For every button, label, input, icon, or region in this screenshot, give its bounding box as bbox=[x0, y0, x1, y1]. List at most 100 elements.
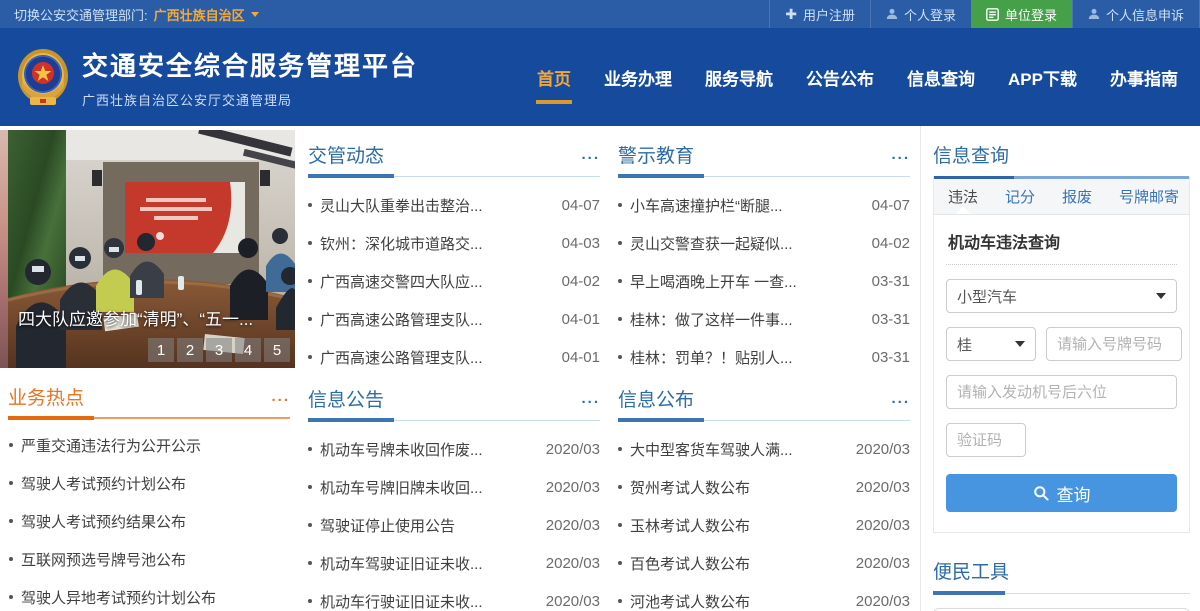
pager-button-2[interactable]: 2 bbox=[177, 338, 203, 362]
bullet-icon bbox=[618, 485, 622, 489]
list-item[interactable]: 河池考试人数公布2020/03 bbox=[618, 582, 910, 611]
section-title: 信息公布 bbox=[618, 385, 694, 412]
unit-login-button[interactable]: 单位登录 bbox=[971, 0, 1072, 28]
hot-topics-section: 业务热点 ... 严重交通违法行为公开公示 驾驶人考试预约计划公布 驾驶人考试预… bbox=[8, 384, 290, 611]
query-submit-button[interactable]: 查询 bbox=[946, 474, 1177, 512]
list-item[interactable]: 灵山大队重拳出击整治...04-07 bbox=[308, 186, 600, 224]
tab-plate-mail[interactable]: 号牌邮寄 bbox=[1119, 186, 1179, 207]
list-item[interactable]: 驾驶人考试预约结果公布 bbox=[9, 502, 290, 540]
more-button[interactable]: ... bbox=[271, 388, 290, 405]
list-item[interactable]: 机动车号牌旧牌未收回...2020/03 bbox=[308, 468, 600, 506]
list-item[interactable]: 灵山交警查获一起疑似...04-02 bbox=[618, 224, 910, 262]
bullet-icon bbox=[308, 279, 312, 283]
list-item[interactable]: 机动车行驶证旧证未收... 2020/03 bbox=[308, 582, 600, 611]
pager-button-3[interactable]: 3 bbox=[206, 338, 232, 362]
bullet-icon bbox=[618, 241, 622, 245]
list-item[interactable]: 小车高速撞护栏“断腿...04-07 bbox=[618, 186, 910, 224]
pager-button-5[interactable]: 5 bbox=[264, 338, 290, 362]
list-item[interactable]: 玉林考试人数公布2020/03 bbox=[618, 506, 910, 544]
tab-violation[interactable]: 违法 bbox=[948, 186, 978, 207]
bullet-icon bbox=[308, 317, 312, 321]
tab-points[interactable]: 记分 bbox=[1005, 186, 1035, 207]
plate-number-input[interactable] bbox=[1046, 327, 1182, 361]
more-button[interactable]: ... bbox=[581, 390, 600, 407]
list-item[interactable]: 大中型客货车驾驶人满...2020/03 bbox=[618, 430, 910, 468]
list-item[interactable]: 机动车号牌未收回作废...2020/03 bbox=[308, 430, 600, 468]
right-column: 信息查询 违法 记分 报废 号牌邮寄 机动车违法查询 小型汽车 bbox=[920, 126, 1200, 611]
list-item[interactable]: 桂林：罚单？！贴别人...03-31 bbox=[618, 338, 910, 376]
item-date: 04-03 bbox=[562, 235, 600, 252]
hot-topics-list: 严重交通违法行为公开公示 驾驶人考试预约计划公布 驾驶人考试预约结果公布 互联网… bbox=[9, 426, 290, 611]
list-item[interactable]: 驾驶人异地考试预约计划公布 bbox=[9, 578, 290, 611]
bullet-icon bbox=[9, 481, 13, 485]
tab-scrap[interactable]: 报废 bbox=[1062, 186, 1092, 207]
news-carousel[interactable]: 四大队应邀参加“清明”、“五一... 1 2 3 4 5 bbox=[8, 130, 295, 368]
item-text: 早上喝酒晚上开车 一查... bbox=[630, 271, 864, 292]
list-item[interactable]: 广西高速交警四大队应...04-02 bbox=[308, 262, 600, 300]
item-date: 04-02 bbox=[562, 273, 600, 290]
unit-login-label: 单位登录 bbox=[1005, 5, 1057, 24]
query-panel-title: 信息查询 bbox=[933, 141, 1009, 168]
nav-item-app-download[interactable]: APP下载 bbox=[1008, 53, 1077, 102]
bullet-icon bbox=[308, 561, 312, 565]
engine-number-input[interactable] bbox=[946, 375, 1177, 409]
nav-item-handbook[interactable]: 办事指南 bbox=[1110, 53, 1178, 102]
department-switcher[interactable]: 切换公安交通管理部门: 广西壮族自治区 bbox=[0, 0, 259, 28]
more-button[interactable]: ... bbox=[891, 146, 910, 163]
nav-item-business[interactable]: 业务办理 bbox=[604, 53, 672, 102]
list-item[interactable]: 驾驶证停止使用公告2020/03 bbox=[308, 506, 600, 544]
bullet-icon bbox=[618, 523, 622, 527]
site-title: 交通安全综合服务管理平台 bbox=[82, 46, 418, 83]
bullet-icon bbox=[618, 561, 622, 565]
item-text: 贺州考试人数公布 bbox=[630, 477, 848, 498]
nav-item-info-query[interactable]: 信息查询 bbox=[907, 53, 975, 102]
list-item[interactable]: 机动车驾驶证旧证未收...2020/03 bbox=[308, 544, 600, 582]
page: 切换公安交通管理部门: 广西壮族自治区 ✚ 用户注册 个人登录 单位登录 个人信… bbox=[0, 0, 1200, 611]
section-title: 信息公告 bbox=[308, 385, 384, 412]
item-date: 2020/03 bbox=[856, 479, 910, 496]
police-badge-logo bbox=[16, 47, 70, 107]
register-link[interactable]: ✚ 用户注册 bbox=[769, 0, 870, 28]
personal-login-link[interactable]: 个人登录 bbox=[870, 0, 971, 28]
main-content: 四大队应邀参加“清明”、“五一... 1 2 3 4 5 业务热点 ... 严重… bbox=[0, 126, 1200, 611]
list-item[interactable]: 百色考试人数公布2020/03 bbox=[618, 544, 910, 582]
list-item[interactable]: 广西高速公路管理支队... 04-01 bbox=[308, 300, 600, 338]
info-notice-list: 机动车号牌未收回作废...2020/03 机动车号牌旧牌未收回...2020/0… bbox=[308, 430, 600, 611]
plate-prefix-value: 桂 bbox=[957, 334, 972, 355]
info-appeal-link[interactable]: 个人信息申诉 bbox=[1072, 0, 1200, 28]
more-button[interactable]: ... bbox=[891, 390, 910, 407]
list-item[interactable]: 贺州考试人数公布 2020/03 bbox=[618, 468, 910, 506]
main-nav: 首页 业务办理 服务导航 公告公布 信息查询 APP下载 办事指南 bbox=[537, 53, 1182, 102]
list-item[interactable]: 钦州：深化城市道路交... 04-03 bbox=[308, 224, 600, 262]
traffic-news-header: 交管动态 ... bbox=[308, 142, 600, 166]
more-button[interactable]: ... bbox=[581, 146, 600, 163]
query-panel-header: 信息查询 bbox=[933, 142, 1190, 166]
register-label: 用户注册 bbox=[803, 5, 855, 24]
list-item[interactable]: 驾驶人考试预约计划公布 bbox=[9, 464, 290, 502]
section-rule bbox=[308, 174, 600, 178]
list-item[interactable]: 桂林：做了这样一件事...03-31 bbox=[618, 300, 910, 338]
vehicle-type-select[interactable]: 小型汽车 bbox=[946, 279, 1177, 313]
nav-item-announcements[interactable]: 公告公布 bbox=[806, 53, 874, 102]
plate-prefix-select[interactable]: 桂 bbox=[946, 327, 1036, 361]
pager-button-1[interactable]: 1 bbox=[148, 338, 174, 362]
list-item[interactable]: 广西高速公路管理支队...04-01 bbox=[308, 338, 600, 376]
item-text: 小车高速撞护栏“断腿... bbox=[630, 195, 864, 216]
list-item[interactable]: 早上喝酒晚上开车 一查...03-31 bbox=[618, 262, 910, 300]
item-text: 广西高速公路管理支队... bbox=[320, 309, 554, 330]
bullet-icon bbox=[308, 241, 312, 245]
nav-item-service-guide[interactable]: 服务导航 bbox=[705, 53, 773, 102]
pager-button-4[interactable]: 4 bbox=[235, 338, 261, 362]
list-item[interactable]: 严重交通违法行为公开公示 bbox=[9, 426, 290, 464]
bullet-icon bbox=[9, 557, 13, 561]
captcha-input[interactable] bbox=[946, 423, 1026, 457]
nav-item-home[interactable]: 首页 bbox=[537, 53, 571, 102]
current-region[interactable]: 广西壮族自治区 bbox=[154, 5, 245, 24]
item-text: 机动车行驶证旧证未收... bbox=[320, 591, 538, 611]
query-submit-label: 查询 bbox=[1057, 481, 1091, 506]
item-date: 04-01 bbox=[562, 311, 600, 328]
section-title: 交管动态 bbox=[308, 141, 384, 168]
list-item[interactable]: 互联网预选号牌号池公布 bbox=[9, 540, 290, 578]
item-date: 2020/03 bbox=[546, 593, 600, 610]
item-text: 钦州：深化城市道路交... bbox=[320, 233, 554, 254]
